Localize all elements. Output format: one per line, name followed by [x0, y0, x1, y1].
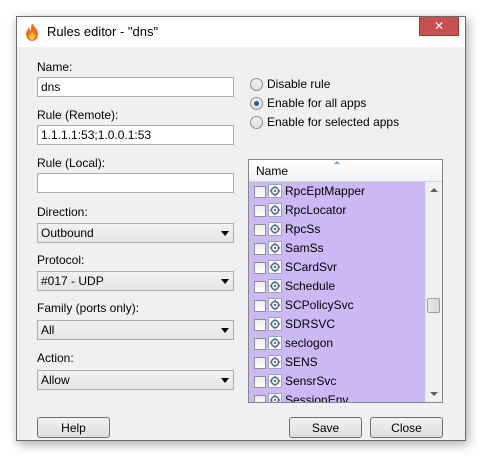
list-item-label: SensrSvc [285, 374, 337, 388]
list-item-label: SamSs [285, 241, 324, 255]
list-header-name[interactable]: Name [249, 160, 442, 182]
chevron-down-icon [221, 328, 229, 333]
list-item-label: seclogon [285, 336, 334, 350]
close-button[interactable]: Close [370, 417, 443, 438]
list-item[interactable]: Schedule [249, 277, 425, 296]
direction-dropdown[interactable]: Outbound [37, 223, 234, 243]
radio-button[interactable] [250, 97, 263, 110]
flame-icon [26, 23, 38, 41]
family-label: Family (ports only): [37, 301, 140, 315]
list-item-label: SessionEnv [285, 393, 349, 402]
apps-list-body: RpcEptMapper RpcLocator RpcSs SamSs SCardSvr… [249, 182, 425, 402]
protocol-label: Protocol: [37, 253, 85, 267]
checkbox[interactable] [254, 224, 266, 236]
service-gear-icon [268, 317, 282, 331]
window-close-button[interactable]: ✕ [419, 17, 459, 36]
service-gear-icon [268, 355, 282, 369]
list-item[interactable]: SamSs [249, 239, 425, 258]
service-gear-icon [268, 374, 282, 388]
checkbox[interactable] [254, 281, 266, 293]
list-item-label: SENS [285, 355, 318, 369]
service-gear-icon [268, 184, 282, 198]
name-label: Name: [37, 60, 73, 74]
action-value: Allow [41, 373, 70, 387]
checkbox[interactable] [254, 186, 266, 198]
family-value: All [41, 323, 55, 337]
dialog-content: Name: Rule (Remote): Rule (Local): Direc… [17, 47, 465, 440]
checkbox[interactable] [254, 376, 266, 388]
apps-list[interactable]: Name RpcEptMapper RpcLocator RpcSs SamSs SCa… [248, 159, 443, 403]
list-item-label: SCPolicySvc [285, 298, 354, 312]
sort-ascending-icon [334, 161, 340, 164]
scroll-down-icon[interactable] [430, 392, 438, 396]
list-item[interactable]: SDRSVC [249, 315, 425, 334]
radio-button[interactable] [250, 116, 263, 129]
checkbox[interactable] [254, 243, 266, 255]
save-button[interactable]: Save [289, 417, 362, 438]
list-item[interactable]: SCardSvr [249, 258, 425, 277]
service-gear-icon [268, 298, 282, 312]
service-gear-icon [268, 222, 282, 236]
checkbox[interactable] [254, 319, 266, 331]
checkbox[interactable] [254, 205, 266, 217]
service-gear-icon [268, 260, 282, 274]
list-scrollbar[interactable] [425, 182, 442, 402]
list-item-label: RpcEptMapper [285, 184, 366, 198]
checkbox[interactable] [254, 338, 266, 350]
checkbox[interactable] [254, 395, 266, 402]
list-item[interactable]: RpcLocator [249, 201, 425, 220]
list-item[interactable]: RpcSs [249, 220, 425, 239]
name-input[interactable] [37, 77, 234, 97]
list-item-label: RpcLocator [285, 203, 347, 217]
list-item[interactable]: SessionEnv [249, 391, 425, 402]
chevron-down-icon [221, 279, 229, 284]
service-gear-icon [268, 241, 282, 255]
scrollbar-thumb[interactable] [427, 298, 440, 313]
chevron-down-icon [221, 231, 229, 236]
checkbox[interactable] [254, 357, 266, 369]
scroll-up-icon[interactable] [430, 188, 438, 192]
list-item-label: Schedule [285, 279, 336, 293]
chevron-down-icon [221, 378, 229, 383]
rule-local-input[interactable] [37, 173, 234, 193]
checkbox[interactable] [254, 262, 266, 274]
list-item[interactable]: SCPolicySvc [249, 296, 425, 315]
rule-remote-label: Rule (Remote): [37, 108, 119, 122]
rule-remote-input[interactable] [37, 125, 234, 145]
list-item[interactable]: SENS [249, 353, 425, 372]
window-title: Rules editor - "dns" [47, 24, 159, 39]
radio-button[interactable] [250, 78, 263, 91]
title-bar: Rules editor - "dns" ✕ [17, 17, 465, 47]
list-item[interactable]: SensrSvc [249, 372, 425, 391]
list-item[interactable]: RpcEptMapper [249, 182, 425, 201]
checkbox[interactable] [254, 300, 266, 312]
direction-value: Outbound [41, 226, 94, 240]
family-dropdown[interactable]: All [37, 320, 234, 340]
service-gear-icon [268, 393, 282, 402]
list-item-label: RpcSs [285, 222, 321, 236]
service-gear-icon [268, 336, 282, 350]
direction-label: Direction: [37, 205, 88, 219]
list-item[interactable]: seclogon [249, 334, 425, 353]
help-button[interactable]: Help [37, 417, 110, 438]
action-dropdown[interactable]: Allow [37, 370, 234, 390]
service-gear-icon [268, 279, 282, 293]
action-label: Action: [37, 351, 74, 365]
list-item-label: SCardSvr [285, 260, 338, 274]
rules-editor-window: Rules editor - "dns" ✕ Name: Rule (Remot… [16, 16, 466, 441]
list-item-label: SDRSVC [285, 317, 336, 331]
protocol-dropdown[interactable]: #017 - UDP [37, 271, 234, 291]
protocol-value: #017 - UDP [41, 274, 104, 288]
service-gear-icon [268, 203, 282, 217]
rule-local-label: Rule (Local): [37, 156, 106, 170]
